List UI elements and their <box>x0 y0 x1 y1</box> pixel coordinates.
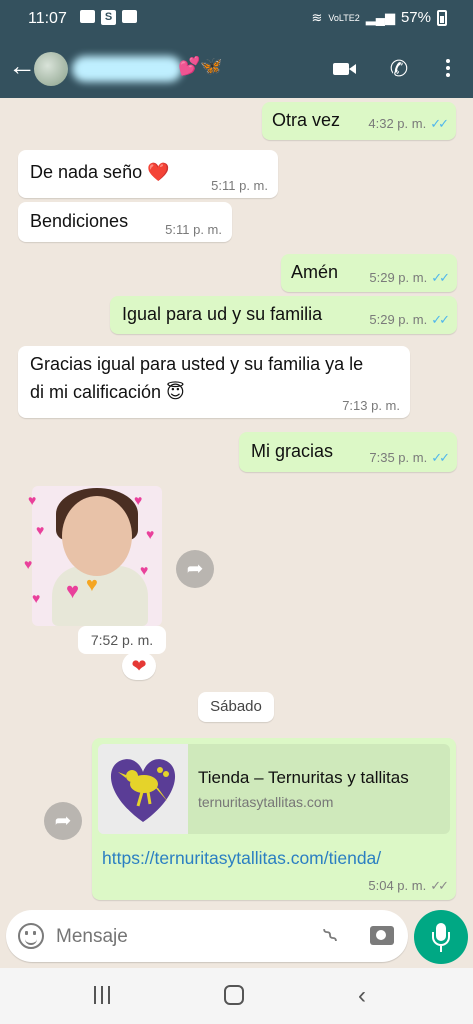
gallery-icon <box>80 10 95 23</box>
read-ticks-icon: ✓✓ <box>431 312 450 327</box>
link-preview-thumbnail <box>98 744 188 834</box>
signal-icon: ▂▄▆ <box>365 9 395 25</box>
message-time: 5:29 p. m. ✓✓ <box>369 312 450 327</box>
message-time: 4:32 p. m. ✓✓ <box>368 116 449 131</box>
message-icon <box>122 10 137 23</box>
message-incoming[interactable]: Bendiciones 5:11 p. m. <box>18 202 232 242</box>
message-incoming[interactable]: De nada seño ❤️ 5:11 p. m. <box>18 150 278 198</box>
back-chevron-icon[interactable]: ‹ <box>358 982 366 1010</box>
battery-percent: 57% <box>400 9 431 26</box>
message-time: 7:35 p. m. ✓✓ <box>369 450 450 465</box>
message-text: De nada seño ❤️ <box>30 162 170 182</box>
status-time: 11:07 <box>28 10 67 27</box>
video-call-icon[interactable] <box>328 53 360 85</box>
message-outgoing[interactable]: Igual para ud y su familia 5:29 p. m. ✓✓ <box>110 296 457 334</box>
chat-header: ← 💕🦋 ✆ <box>0 40 473 98</box>
status-bar: 11:07 S ≋ VoLTE2 ▂▄▆ 57% <box>0 0 473 40</box>
message-text: Bendiciones <box>30 211 129 231</box>
message-link[interactable]: https://ternuritasytallitas.com/tienda/ <box>102 848 381 869</box>
forward-icon[interactable]: ➦ <box>44 802 82 840</box>
read-ticks-icon: ✓✓ <box>431 270 450 285</box>
more-options-icon[interactable] <box>432 53 464 85</box>
heart-icon: ♥ <box>86 574 98 596</box>
forward-icon[interactable]: ➦ <box>176 550 214 588</box>
heart-icon: ♥ <box>28 492 37 508</box>
message-input[interactable] <box>56 924 296 950</box>
heart-reaction-icon[interactable]: ❤ <box>122 652 156 680</box>
heart-icon: ♥ <box>140 562 149 578</box>
heart-icon: ♥ <box>134 492 143 508</box>
link-preview-card[interactable]: Tienda – Ternuritas y tallitas ternurita… <box>98 744 450 834</box>
sticker-time: 7:52 p. m. <box>78 626 166 654</box>
contact-avatar[interactable] <box>34 52 68 86</box>
message-composer: ⌇ <box>6 910 408 962</box>
message-text: Mi gracias <box>251 441 334 461</box>
message-outgoing[interactable]: Otra vez 4:32 p. m. ✓✓ <box>262 102 456 140</box>
sticker-child-face <box>62 496 132 576</box>
message-outgoing[interactable]: Amén 5:29 p. m. ✓✓ <box>281 254 457 292</box>
message-time: 5:29 p. m. ✓✓ <box>369 270 450 285</box>
system-nav-bar: ‹ <box>0 968 473 1024</box>
recent-apps-icon[interactable] <box>92 986 112 1004</box>
message-outgoing[interactable]: Mi gracias 7:35 p. m. ✓✓ <box>239 432 457 472</box>
link-preview-domain: ternuritasytallitas.com <box>198 794 334 810</box>
emoji-icon[interactable] <box>18 923 44 949</box>
message-text-line1: Gracias igual para usted y su familia ya… <box>30 354 364 374</box>
notification-icons: S <box>80 10 137 25</box>
message-text: Amén <box>291 262 339 282</box>
heart-icon: ♥ <box>32 590 41 606</box>
home-icon[interactable] <box>224 985 244 1005</box>
sticker-message[interactable]: ♥ ♥ ♥ ♥ ♥ ♥ ♥ ♥ ♥ <box>22 486 162 626</box>
camera-icon[interactable] <box>370 926 394 945</box>
chat-area[interactable]: Otra vez 4:32 p. m. ✓✓ De nada seño ❤️ 5:… <box>0 98 473 910</box>
attach-clip-icon[interactable]: ⌇ <box>312 917 350 955</box>
link-message[interactable]: Tienda – Ternuritas y tallitas ternurita… <box>92 738 456 900</box>
message-time: 5:11 p. m. <box>211 178 268 193</box>
message-text-line2: di mi calificación 😇 <box>30 382 185 402</box>
message-text: Otra vez <box>272 110 341 130</box>
heart-icon: ♥ <box>146 526 155 542</box>
delivered-ticks-icon: ✓✓ <box>430 878 449 893</box>
date-divider: Sábado <box>198 692 274 722</box>
voice-call-icon[interactable]: ✆ <box>383 53 415 85</box>
heart-bird-logo-icon <box>98 744 188 834</box>
message-incoming[interactable]: Gracias igual para usted y su familia ya… <box>18 346 410 418</box>
wifi-icon: ≋ <box>311 9 323 25</box>
network-label: VoLTE2 <box>328 12 360 23</box>
heart-icon: ♥ <box>36 522 45 538</box>
heart-icon: ♥ <box>24 556 33 572</box>
back-arrow-icon[interactable]: ← <box>8 52 36 80</box>
read-ticks-icon: ✓✓ <box>431 450 450 465</box>
message-time: 7:13 p. m. <box>342 398 400 413</box>
heart-icon: ♥ <box>66 578 80 603</box>
contact-name-emojis: 💕🦋 <box>178 56 223 76</box>
status-right: ≋ VoLTE2 ▂▄▆ 57% <box>311 9 447 26</box>
s-app-icon: S <box>101 10 116 25</box>
message-time: 5:04 p. m. ✓✓ <box>368 878 449 893</box>
voice-message-button[interactable] <box>414 910 468 964</box>
battery-icon <box>437 9 447 26</box>
read-ticks-icon: ✓✓ <box>430 116 449 131</box>
contact-name-blurred[interactable] <box>72 56 182 82</box>
message-time: 5:11 p. m. <box>165 222 222 237</box>
message-text: Igual para ud y su familia <box>122 304 323 324</box>
link-preview-title: Tienda – Ternuritas y tallitas <box>198 768 409 787</box>
